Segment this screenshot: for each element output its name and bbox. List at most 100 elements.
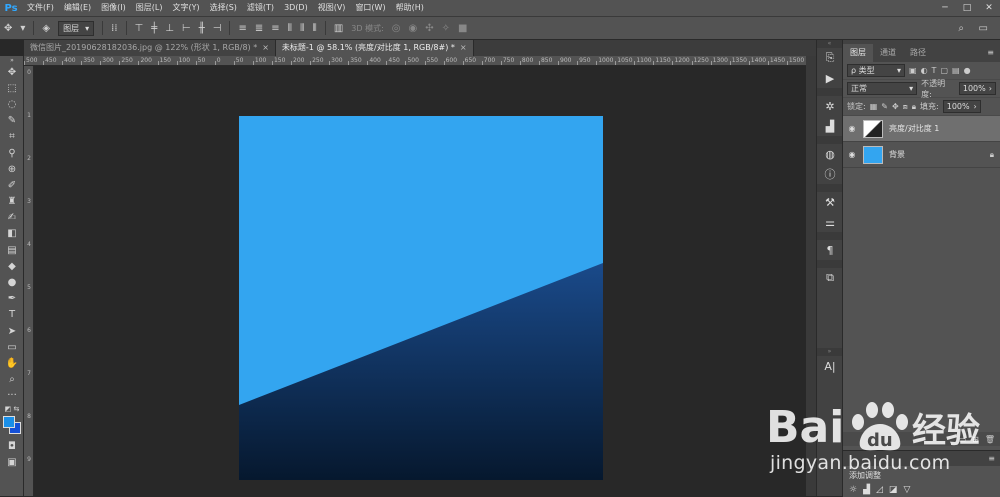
panel-grip[interactable]: [817, 184, 842, 192]
align-bottom-icon[interactable]: ⊥: [165, 23, 174, 34]
align-right-icon[interactable]: ⊣: [213, 23, 222, 34]
shape-filter-icon[interactable]: ▢: [940, 66, 948, 75]
tab-paths[interactable]: 路径: [903, 44, 933, 62]
stamp-tool-icon[interactable]: ♜: [0, 194, 24, 210]
pen-tool-icon[interactable]: ✒: [0, 291, 24, 307]
smart-object-filter-icon[interactable]: ▤: [952, 66, 960, 75]
align-vcenter-icon[interactable]: ╪: [151, 23, 157, 34]
video-3d-icon[interactable]: ■: [458, 23, 467, 34]
transform-controls-icon[interactable]: ⁞⁞: [111, 23, 117, 34]
lock-pixels-icon[interactable]: ✎: [881, 102, 888, 111]
menu-window[interactable]: 窗口(W): [350, 0, 390, 16]
lock-all-icon[interactable]: 🔒︎: [912, 102, 916, 112]
more-tools-icon[interactable]: ···: [0, 388, 24, 404]
collapse-icon[interactable]: «: [817, 40, 842, 48]
shape-tool-icon[interactable]: ▭: [0, 339, 24, 355]
filter-kind-select[interactable]: ρ 类型 ▾: [847, 64, 905, 77]
info-panel-icon[interactable]: ⓘ: [817, 164, 843, 184]
lock-artboard-icon[interactable]: ⧈: [903, 102, 908, 112]
hand-tool-icon[interactable]: ✋: [0, 355, 24, 371]
crop-tool-icon[interactable]: ⌗: [0, 129, 24, 145]
align-hcenter-icon[interactable]: ╫: [199, 23, 205, 34]
menu-edit[interactable]: 编辑(E): [59, 0, 96, 16]
color-swatches[interactable]: [0, 414, 24, 438]
panel-grip[interactable]: [817, 88, 842, 96]
close-icon[interactable]: ×: [262, 40, 269, 56]
adjustment-filter-icon[interactable]: ◐: [921, 66, 928, 75]
navigator-panel-icon[interactable]: ✲: [817, 96, 843, 116]
menu-help[interactable]: 帮助(H): [391, 0, 429, 16]
exposure-icon[interactable]: ◪: [889, 485, 898, 495]
close-button[interactable]: ✕: [978, 0, 1000, 16]
menu-filter[interactable]: 滤镜(T): [242, 0, 279, 16]
visibility-eye-icon[interactable]: ◉: [847, 150, 857, 159]
auto-select-dropdown[interactable]: 图层 ▾: [58, 20, 95, 36]
default-colors-icon[interactable]: ◩ ⇆: [0, 404, 24, 414]
tab-channels[interactable]: 通道: [873, 44, 903, 62]
tab-untitled[interactable]: 未标题-1 @ 58.1% (亮度/对比度 1, RGB/8#) * ×: [275, 40, 474, 56]
lock-transparent-icon[interactable]: ▦: [870, 102, 878, 111]
type-filter-icon[interactable]: T: [932, 66, 937, 75]
pixel-filter-icon[interactable]: ▣: [909, 66, 917, 75]
roll-3d-icon[interactable]: ◉: [409, 23, 418, 34]
distribute-bottom-icon[interactable]: ≡: [271, 23, 279, 34]
zoom-tool-icon[interactable]: ⌕: [0, 372, 24, 388]
layer-brightness-contrast[interactable]: ◉ 亮度/对比度 1: [843, 116, 1000, 142]
gradient-tool-icon[interactable]: ▤: [0, 242, 24, 258]
eyedropper-tool-icon[interactable]: ⚲: [0, 145, 24, 161]
character-panel-icon[interactable]: A|: [817, 356, 843, 376]
tab-layers[interactable]: 图层: [843, 44, 873, 62]
close-icon[interactable]: ×: [460, 40, 467, 56]
document-canvas[interactable]: [239, 116, 603, 480]
curves-icon[interactable]: ◿: [876, 485, 883, 495]
marquee-tool-icon[interactable]: ⬚: [0, 80, 24, 96]
align-top-icon[interactable]: ⊤: [135, 23, 144, 34]
history-brush-tool-icon[interactable]: ✍: [0, 210, 24, 226]
panel-grip[interactable]: [817, 260, 842, 268]
quick-mask-icon[interactable]: ◘: [0, 438, 24, 454]
menu-file[interactable]: 文件(F): [22, 0, 59, 16]
distribute-hcenter-icon[interactable]: ⦀: [300, 23, 304, 34]
clone-source-icon[interactable]: ⧉: [817, 268, 843, 288]
workspace-icon[interactable]: ▭: [979, 23, 988, 34]
collapse-icon[interactable]: »: [0, 56, 24, 64]
eraser-tool-icon[interactable]: ◧: [0, 226, 24, 242]
brushes-panel-icon[interactable]: ◍: [817, 144, 843, 164]
panel-grip[interactable]: [817, 232, 842, 240]
menu-select[interactable]: 选择(S): [205, 0, 242, 16]
menu-3d[interactable]: 3D(D): [279, 0, 313, 16]
opacity-input[interactable]: 100% ›: [958, 82, 996, 95]
orbit-3d-icon[interactable]: ◎: [392, 23, 401, 34]
search-icon[interactable]: ⌕: [958, 23, 964, 34]
foreground-color[interactable]: [3, 415, 15, 428]
tool-presets-icon[interactable]: ⚒: [817, 192, 843, 212]
menu-image[interactable]: 图像(I): [96, 0, 131, 16]
dropdown-arrow-icon[interactable]: ▾: [20, 23, 25, 34]
properties-panel-icon[interactable]: ⚌: [817, 212, 843, 232]
blend-mode-select[interactable]: 正常 ▾: [847, 82, 918, 95]
drag-3d-icon[interactable]: ✣: [425, 23, 433, 34]
screen-mode-icon[interactable]: ▣: [0, 454, 24, 470]
move-tool-icon[interactable]: ✥: [0, 64, 24, 80]
menu-layer[interactable]: 图层(L): [131, 0, 168, 16]
distribute-top-icon[interactable]: ≡: [238, 23, 246, 34]
move-tool-icon[interactable]: ✥: [4, 23, 12, 34]
auto-align-icon[interactable]: ▥: [334, 23, 343, 34]
panel-menu-icon[interactable]: ≡: [987, 44, 994, 62]
fill-input[interactable]: 100% ›: [942, 100, 981, 113]
lasso-tool-icon[interactable]: ◌: [0, 96, 24, 112]
vibrance-icon[interactable]: ▽: [903, 485, 910, 495]
path-select-tool-icon[interactable]: ➤: [0, 323, 24, 339]
healing-brush-tool-icon[interactable]: ⊕: [0, 161, 24, 177]
brush-tool-icon[interactable]: ✐: [0, 177, 24, 193]
distribute-vcenter-icon[interactable]: ≣: [255, 23, 263, 34]
type-tool-icon[interactable]: T: [0, 307, 24, 323]
blur-tool-icon[interactable]: ◆: [0, 258, 24, 274]
actions-panel-icon[interactable]: ▶: [817, 68, 843, 88]
distribute-right-icon[interactable]: ⦀: [312, 23, 316, 34]
tab-wechat-image[interactable]: 微信图片_20190628182036.jpg @ 122% (形状 1, RG…: [24, 40, 276, 56]
paragraph-panel-icon[interactable]: ¶: [817, 240, 843, 260]
minimize-button[interactable]: ─: [934, 0, 956, 16]
levels-icon[interactable]: ▟: [863, 485, 870, 495]
visibility-eye-icon[interactable]: ◉: [847, 124, 857, 133]
